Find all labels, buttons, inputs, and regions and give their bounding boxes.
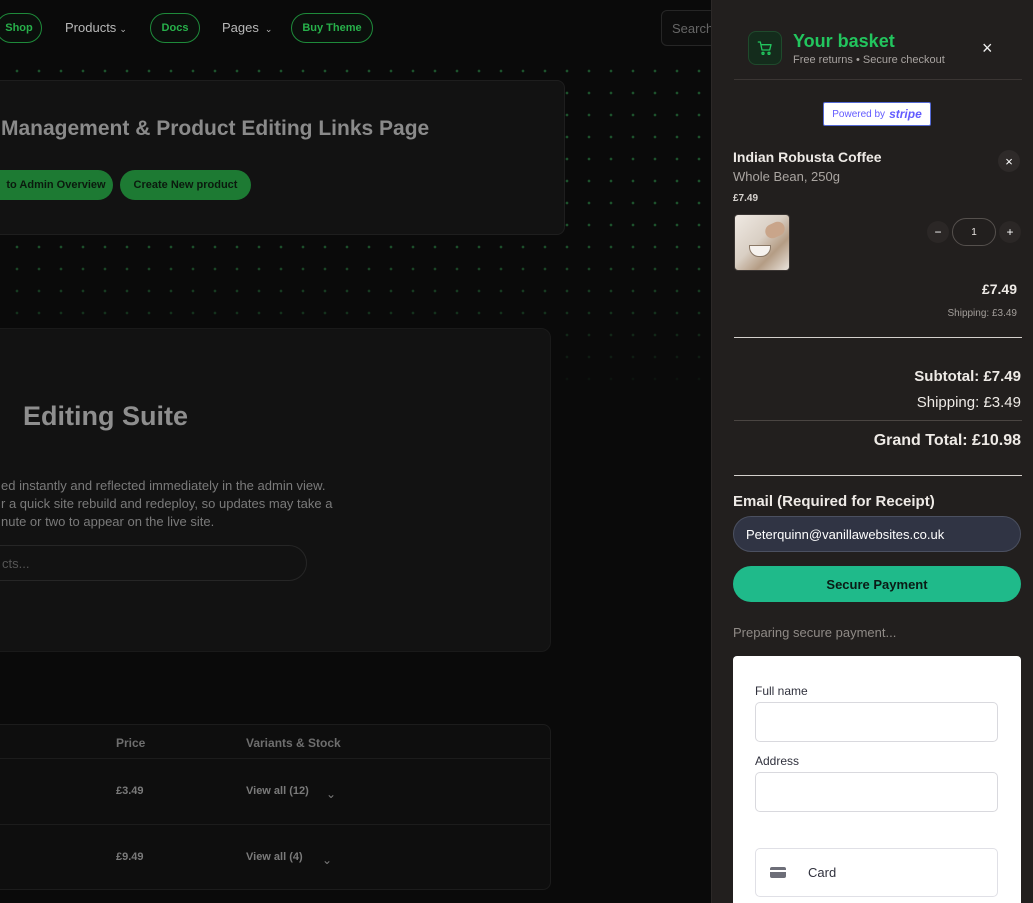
divider [734, 79, 1022, 80]
cart-drawer: Your basket Free returns • Secure checko… [711, 0, 1033, 903]
grand-total: Grand Total: £10.98 [873, 432, 1021, 449]
divider [734, 337, 1022, 338]
quantity-input[interactable]: 1 [952, 218, 996, 246]
quantity-decrease-button[interactable]: − [927, 221, 949, 243]
divider [734, 475, 1022, 476]
product-variant: Whole Bean, 250g [733, 169, 840, 184]
column-header-variants: Variants & Stock [246, 736, 341, 750]
powered-by-stripe-badge: Powered by stripe [823, 102, 931, 126]
view-all-variants-link[interactable]: View all (4) [246, 851, 303, 863]
cart-subtitle: Free returns • Secure checkout [793, 54, 945, 66]
chevron-down-icon[interactable]: ⌄ [326, 787, 336, 801]
line-shipping: Shipping: £3.49 [947, 308, 1017, 319]
stripe-logo: stripe [889, 107, 922, 121]
stripe-payment-form: Full name Address Card [733, 656, 1021, 903]
column-header-price: Price [116, 736, 146, 750]
product-search-input[interactable]: cts... [0, 545, 307, 581]
nav-pages-menu[interactable]: Pages ⌄ [222, 20, 272, 35]
editing-suite-card: Editing Suite ed instantly and reflected… [0, 328, 551, 652]
cart-title: Your basket [793, 31, 895, 51]
secure-payment-button[interactable]: Secure Payment [733, 566, 1021, 602]
line-total: £7.49 [981, 281, 1017, 297]
view-all-variants-link[interactable]: View all (12) [246, 785, 309, 797]
back-to-admin-button[interactable]: to Admin Overview [0, 170, 113, 200]
nav-buy-theme-button[interactable]: Buy Theme [291, 13, 373, 43]
remove-item-button[interactable]: × [998, 150, 1020, 172]
create-product-button[interactable]: Create New product [120, 170, 251, 200]
chevron-down-icon: ⌄ [119, 24, 127, 34]
subtotal: Subtotal: £7.49 [914, 368, 1021, 385]
chevron-down-icon[interactable]: ⌄ [322, 853, 332, 867]
products-table: Price Variants & Stock £3.49 View all (1… [0, 724, 551, 890]
email-input[interactable] [733, 516, 1021, 552]
email-label: Email (Required for Receipt) [733, 493, 935, 510]
shipping-total: Shipping: £3.49 [916, 394, 1021, 411]
divider [734, 420, 1022, 421]
credit-card-icon [770, 867, 786, 878]
admin-page-title: Management & Product Editing Links Page [1, 117, 430, 140]
product-name: Indian Robusta Coffee [733, 149, 882, 165]
quantity-increase-button[interactable]: + [999, 221, 1021, 243]
full-name-input[interactable] [755, 702, 998, 742]
address-label: Address [755, 754, 800, 768]
nav-docs-button[interactable]: Docs [150, 13, 200, 43]
chevron-down-icon: ⌄ [264, 24, 273, 34]
nav-shop-button[interactable]: Shop [0, 13, 42, 43]
editing-suite-heading: Editing Suite [23, 401, 188, 431]
product-unit-price: £7.49 [733, 193, 759, 204]
editing-suite-description: ed instantly and reflected immediately i… [1, 478, 333, 529]
payment-status-text: Preparing secure payment... [733, 625, 897, 640]
close-icon[interactable]: × [982, 38, 993, 58]
product-thumbnail [734, 214, 790, 271]
admin-header-card: Management & Product Editing Links Page … [0, 80, 565, 235]
nav-products-menu[interactable]: Products ⌄ [65, 20, 127, 35]
cart-icon [748, 31, 782, 65]
address-input[interactable] [755, 772, 998, 812]
card-payment-tab[interactable]: Card [755, 848, 998, 897]
full-name-label: Full name [755, 684, 808, 698]
